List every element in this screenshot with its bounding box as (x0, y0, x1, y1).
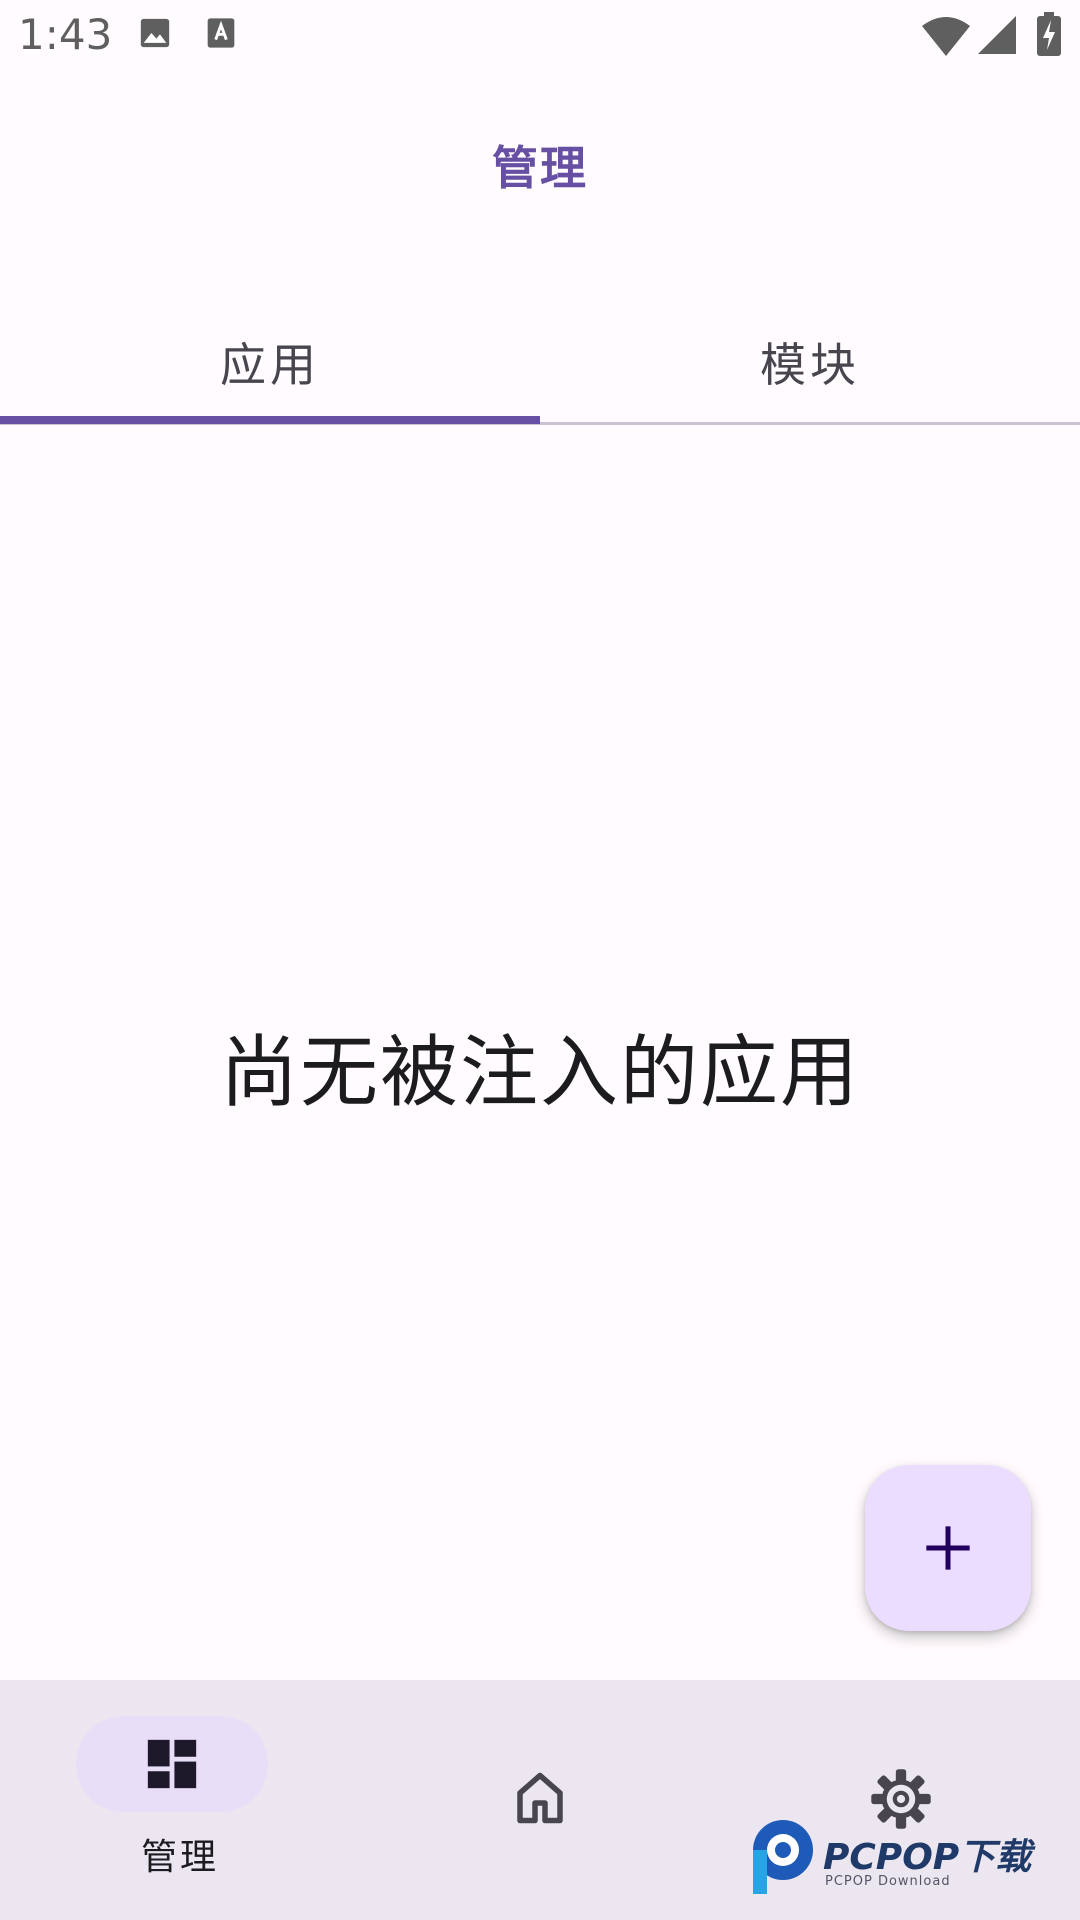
page-title: 管理 (492, 141, 588, 195)
tab-modules[interactable]: 模块 (540, 300, 1080, 424)
text-a-icon (207, 18, 235, 48)
nav-active-indicator (76, 1716, 268, 1812)
empty-state-message: 尚无被注入的应用 (219, 1028, 860, 1118)
tab-apps[interactable]: 应用 (0, 300, 540, 424)
image-icon (140, 18, 170, 48)
pcpop-logo-icon (753, 1820, 813, 1894)
signal-icon (978, 16, 1016, 54)
watermark-subtext: PCPOP Download (825, 1874, 951, 1889)
nav-item-manage[interactable]: 管理 (0, 1680, 360, 1920)
tab-apps-label: 应用 (220, 338, 320, 392)
home-icon (517, 1772, 563, 1824)
dashboard-icon (147, 1739, 197, 1789)
nav-label-manage: 管理 (140, 1837, 219, 1878)
status-time: 1:43 (18, 10, 113, 59)
battery-charging-icon (1037, 12, 1061, 56)
tab-modules-label: 模块 (760, 338, 860, 392)
watermark-text: PCPOP下载 (823, 1837, 1032, 1878)
status-bar: 1:43 (0, 0, 1080, 72)
add-icon (926, 1526, 970, 1570)
nav-item-home[interactable] (360, 1680, 720, 1920)
add-fab-button[interactable] (865, 1465, 1031, 1631)
tab-indicator (0, 416, 540, 424)
watermark-logo: PCPOP下载 PCPOP Download (745, 1818, 1075, 1900)
tab-bar: 应用 模块 (0, 300, 1080, 426)
wifi-icon (922, 17, 970, 56)
